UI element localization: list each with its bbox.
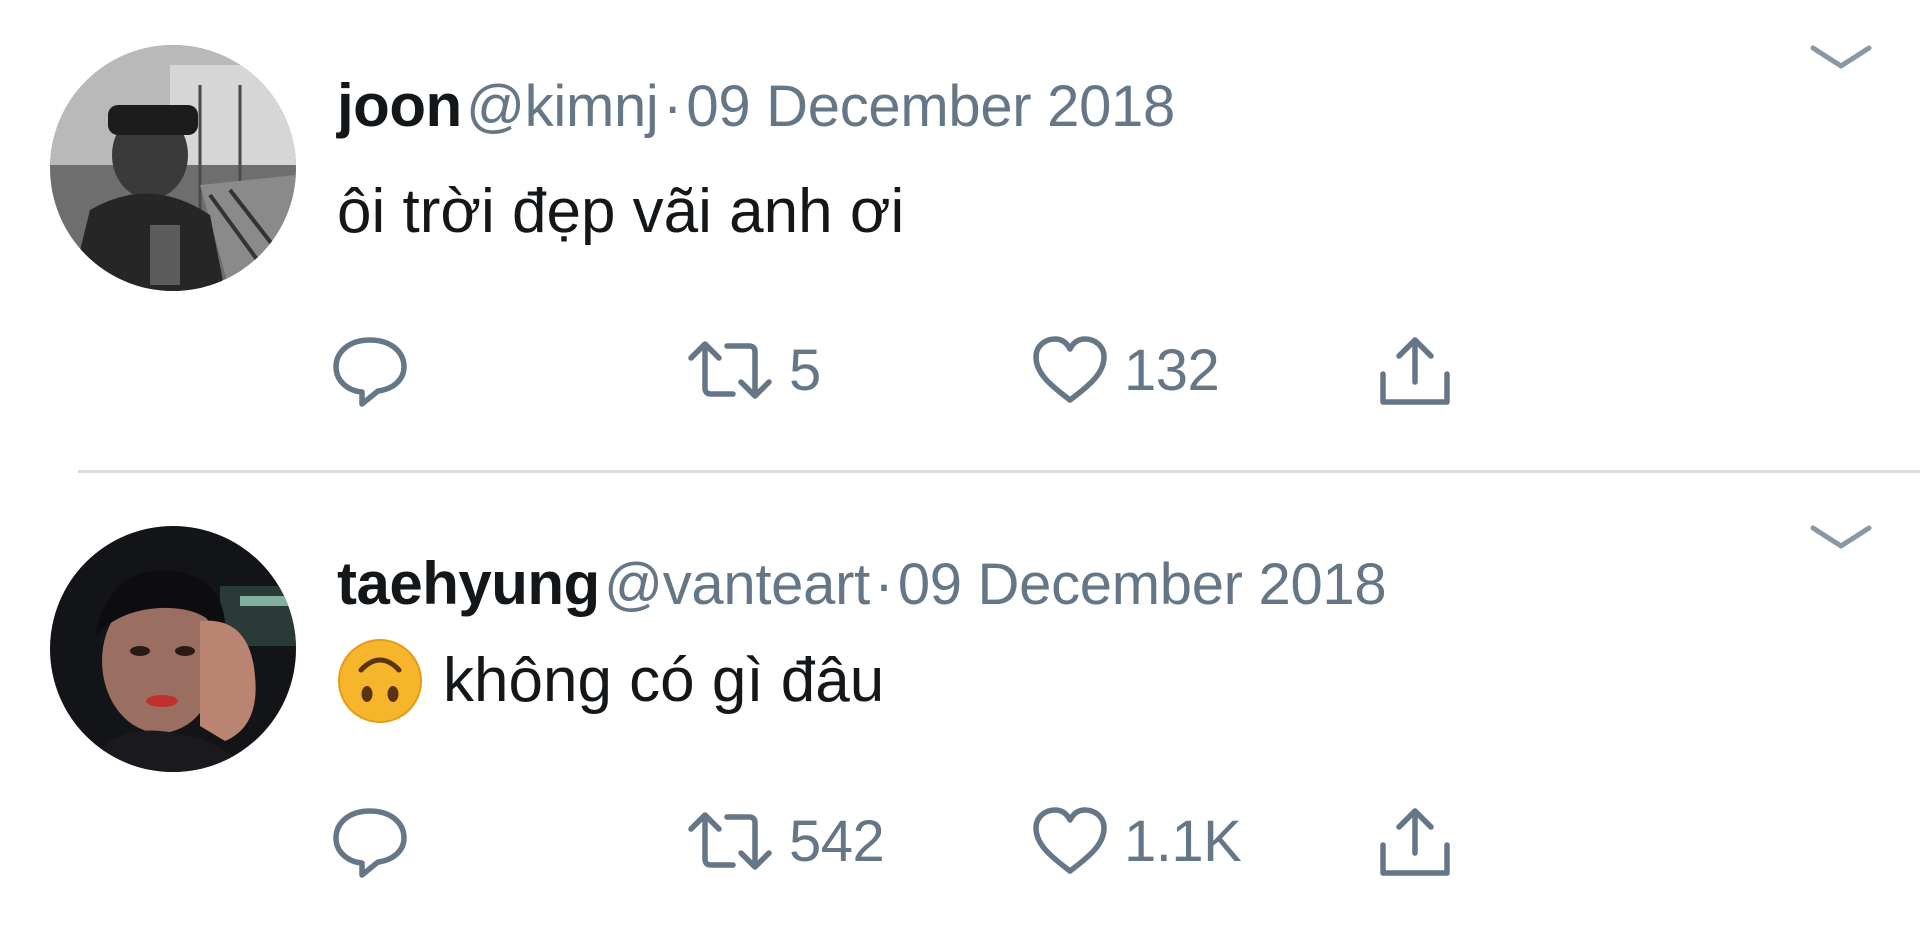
share-button[interactable]	[1375, 325, 1455, 415]
tweet-text: ôi trời đẹp vãi anh ơi	[337, 181, 904, 243]
divider	[78, 470, 1920, 473]
retweet-button[interactable]: 542	[685, 796, 885, 886]
share-upload-icon	[1380, 337, 1450, 405]
tweet-text-content: ôi trời đẹp vãi anh ơi	[337, 177, 905, 246]
like-button[interactable]: 1.1K	[1030, 796, 1242, 886]
separator-dot: ·	[874, 552, 894, 617]
tweet-date[interactable]: 09 December 2018	[898, 552, 1387, 617]
like-button[interactable]: 132	[1030, 325, 1220, 415]
retweet-count: 5	[789, 337, 821, 403]
avatar-photo	[50, 45, 296, 291]
tweet-text-content: không có gì đâu	[443, 646, 885, 715]
tweet-text: không có gì đâu	[337, 638, 884, 724]
upside-down-face-icon	[337, 638, 423, 724]
like-count: 1.1K	[1124, 808, 1242, 874]
tweet-date[interactable]: 09 December 2018	[686, 74, 1175, 139]
heart-outline-icon	[1033, 336, 1107, 403]
retweet-arrows-icon	[688, 341, 772, 399]
tweet: joon @kimnj · 09 December 2018 ôi trời đ…	[0, 0, 1920, 473]
speech-bubble-icon	[333, 337, 407, 407]
chevron-down-icon[interactable]	[1805, 38, 1877, 78]
tweet-actions: 542 1.1K	[0, 796, 1920, 886]
avatar[interactable]	[50, 526, 296, 772]
chevron-down-icon[interactable]	[1805, 518, 1877, 558]
avatar[interactable]	[50, 45, 296, 291]
handle[interactable]: @vanteart	[604, 552, 870, 617]
share-upload-icon	[1380, 808, 1450, 876]
speech-bubble-icon	[333, 808, 407, 878]
reply-button[interactable]	[330, 796, 410, 886]
display-name[interactable]: taehyung	[337, 550, 600, 617]
handle[interactable]: @kimnj	[466, 74, 659, 139]
retweet-button[interactable]: 5	[685, 325, 821, 415]
tweet-header: joon @kimnj · 09 December 2018	[337, 76, 1175, 136]
retweet-count: 542	[789, 808, 885, 874]
reply-button[interactable]	[330, 325, 410, 415]
tweet: taehyung @vanteart · 09 December 2018 kh…	[0, 474, 1920, 942]
display-name[interactable]: joon	[337, 72, 462, 139]
separator-dot: ·	[662, 74, 682, 139]
heart-outline-icon	[1033, 807, 1107, 874]
avatar-photo	[50, 526, 296, 772]
retweet-arrows-icon	[688, 812, 772, 870]
like-count: 132	[1124, 337, 1220, 403]
tweet-actions: 5 132	[0, 325, 1920, 415]
share-button[interactable]	[1375, 796, 1455, 886]
tweet-header: taehyung @vanteart · 09 December 2018	[337, 552, 1387, 617]
